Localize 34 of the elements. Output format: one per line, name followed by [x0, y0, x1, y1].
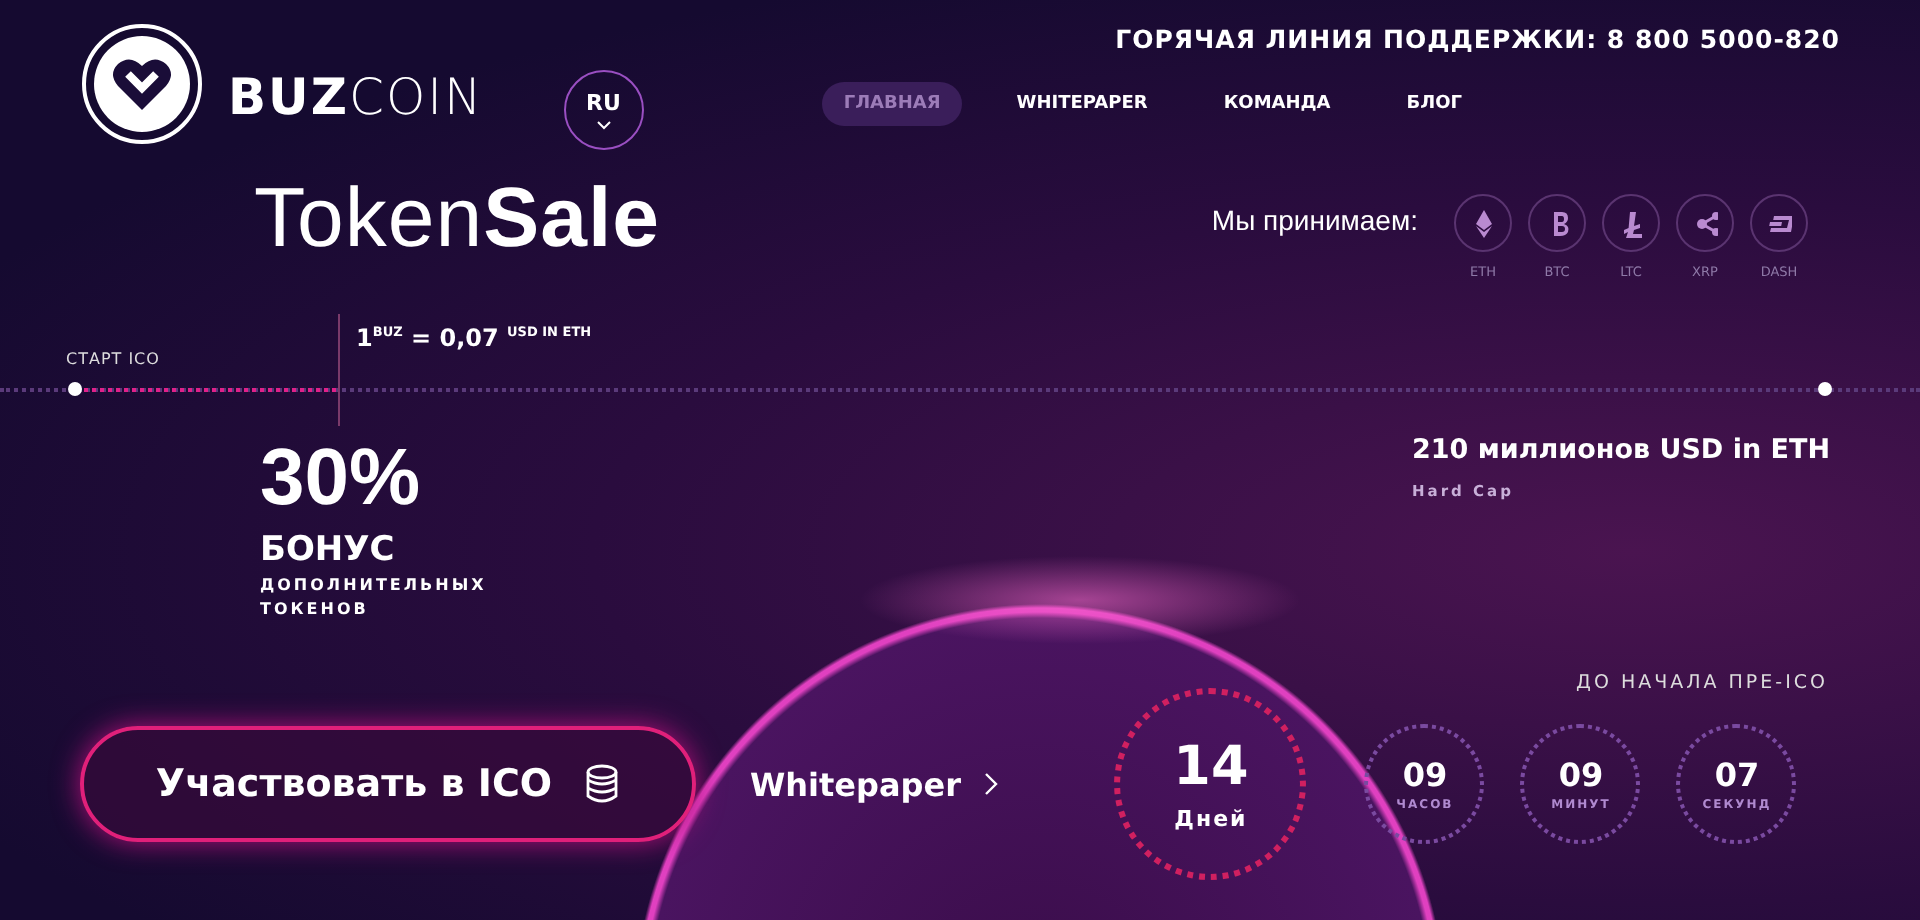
caret-icon: [595, 120, 612, 130]
hotline-text: ГОРЯЧАЯ ЛИНИЯ ПОДДЕРЖКИ: 8 800 5000-820: [1115, 24, 1840, 54]
participate-button[interactable]: Участвовать в ICO: [80, 726, 696, 842]
start-marker: [68, 382, 82, 396]
coin-stack-icon: [584, 764, 621, 804]
time-value: 07: [1714, 756, 1760, 794]
language-selector[interactable]: RU: [563, 70, 644, 150]
nav-link[interactable]: БЛОГ: [1384, 82, 1484, 126]
currency-badge: [1676, 194, 1734, 252]
countdown-title: ДО НАЧАЛА ПРЕ-ICO: [1576, 672, 1828, 694]
currency-badge: [1750, 194, 1808, 252]
end-marker: [1818, 382, 1832, 396]
days-value: 14: [1173, 737, 1249, 797]
chevron-right-icon: [984, 772, 999, 796]
page-title: TokenSale: [254, 170, 660, 266]
hard-cap-amount: 210 миллионов USD in ETH: [1412, 434, 1830, 466]
time-value: 09: [1402, 756, 1448, 794]
bonus-percent: 30%: [260, 434, 423, 522]
nav-link[interactable]: ГЛАВНАЯ: [821, 82, 963, 126]
days-unit: Дней: [1174, 805, 1248, 831]
currency-badge: [1528, 194, 1586, 252]
currency-badge: [1454, 194, 1512, 252]
nav-link[interactable]: КОМАНДА: [1201, 82, 1353, 126]
whitepaper-link[interactable]: Whitepaper: [750, 765, 999, 803]
currency-badge: [1602, 194, 1660, 252]
nav-link[interactable]: WHITEPAPER: [994, 82, 1170, 126]
heart-logo-icon: [80, 22, 204, 146]
accepts-label: Мы принимаем:: [1211, 204, 1418, 236]
bonus-label: БОНУС: [260, 530, 397, 570]
start-label: СТАРТ ICO: [66, 350, 160, 368]
bonus-note: ДОПОЛНИТЕЛЬНЫХ ТОКЕНОВ: [260, 574, 489, 622]
brand-name: BUZCOIN: [228, 68, 484, 126]
token-price: 1$^{BUZ}$ = 0,07 $^{USD IN ETH}$: [356, 324, 592, 352]
time-value: 09: [1558, 756, 1604, 794]
